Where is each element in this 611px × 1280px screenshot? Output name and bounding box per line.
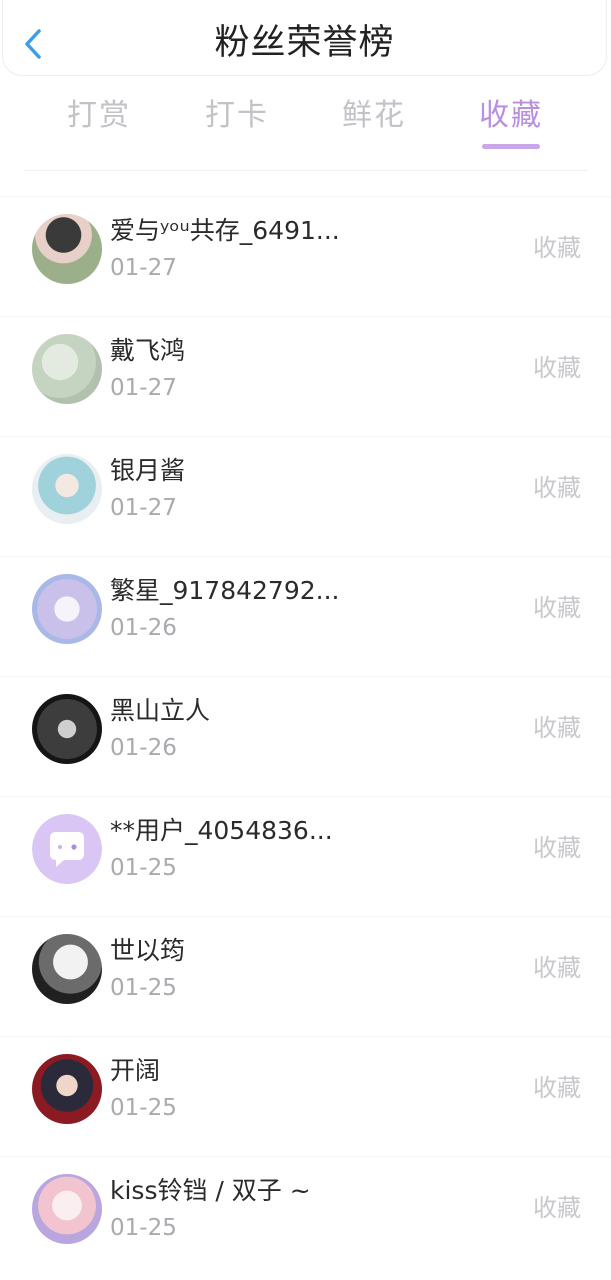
fan-list: 爱与ʸᵒᵘ共存_6491... 01-27 收藏 戴飞鸿 01-27 收藏 银月…	[0, 196, 611, 1276]
fan-date: 01-25	[110, 1215, 177, 1241]
fan-action-label: 收藏	[533, 714, 581, 742]
fan-name: 黑山立人	[110, 696, 211, 725]
fan-name: 银月酱	[110, 456, 186, 485]
fan-name: 世以筠	[110, 936, 186, 965]
fan-action-label: 收藏	[533, 954, 581, 982]
avatar[interactable]	[32, 454, 102, 524]
fan-date: 01-25	[110, 1095, 177, 1121]
list-item[interactable]: **用户_4054836... 01-25 收藏	[0, 796, 611, 916]
avatar[interactable]	[32, 934, 102, 1004]
fan-name: 开阔	[110, 1056, 161, 1085]
fan-date: 01-25	[110, 855, 177, 881]
top-bar: 粉丝荣誉榜	[2, 0, 607, 76]
fan-name: **用户_4054836...	[110, 816, 333, 845]
avatar[interactable]	[32, 214, 102, 284]
fan-date: 01-26	[110, 735, 177, 761]
fan-date: 01-26	[110, 615, 177, 641]
list-item[interactable]: 开阔 01-25 收藏	[0, 1036, 611, 1156]
fan-date: 01-25	[110, 975, 177, 1001]
tabs-divider	[24, 170, 588, 171]
active-tab-indicator	[482, 144, 540, 149]
tab-flowers[interactable]: 鲜花	[329, 96, 419, 136]
tab-collect-label: 收藏	[479, 98, 543, 133]
list-item[interactable]: 世以筠 01-25 收藏	[0, 916, 611, 1036]
avatar[interactable]	[32, 1054, 102, 1124]
list-item[interactable]: 爱与ʸᵒᵘ共存_6491... 01-27 收藏	[0, 196, 611, 316]
tab-collect[interactable]: 收藏	[466, 96, 556, 149]
list-item[interactable]: 银月酱 01-27 收藏	[0, 436, 611, 556]
page-title: 粉丝荣誉榜	[214, 23, 395, 63]
list-item[interactable]: kiss铃铛 / 双子 ~ 01-25 收藏	[0, 1156, 611, 1276]
fan-date: 01-27	[110, 375, 177, 401]
list-item[interactable]: 黑山立人 01-26 收藏	[0, 676, 611, 796]
tab-bar: 打赏 打卡 鲜花 收藏	[30, 96, 582, 156]
fan-action-label: 收藏	[533, 1194, 581, 1222]
fan-name: 戴飞鸿	[110, 336, 186, 365]
list-item[interactable]: 繁星_917842792... 01-26 收藏	[0, 556, 611, 676]
tab-checkin[interactable]: 打卡	[192, 96, 282, 136]
fan-action-label: 收藏	[533, 1074, 581, 1102]
avatar[interactable]	[32, 334, 102, 404]
fan-date: 01-27	[110, 255, 177, 281]
fan-name: kiss铃铛 / 双子 ~	[110, 1176, 311, 1205]
tab-tip[interactable]: 打赏	[54, 96, 144, 136]
fan-action-label: 收藏	[533, 474, 581, 502]
fan-date: 01-27	[110, 495, 177, 521]
fan-name: 爱与ʸᵒᵘ共存_6491...	[110, 216, 340, 245]
avatar[interactable]	[32, 1174, 102, 1244]
avatar[interactable]	[32, 694, 102, 764]
fan-action-label: 收藏	[533, 834, 581, 862]
fan-action-label: 收藏	[533, 594, 581, 622]
fan-action-label: 收藏	[533, 354, 581, 382]
avatar[interactable]	[32, 574, 102, 644]
fan-action-label: 收藏	[533, 234, 581, 262]
default-chat-avatar[interactable]	[32, 814, 102, 884]
fan-name: 繁星_917842792...	[110, 576, 340, 605]
list-item[interactable]: 戴飞鸿 01-27 收藏	[0, 316, 611, 436]
